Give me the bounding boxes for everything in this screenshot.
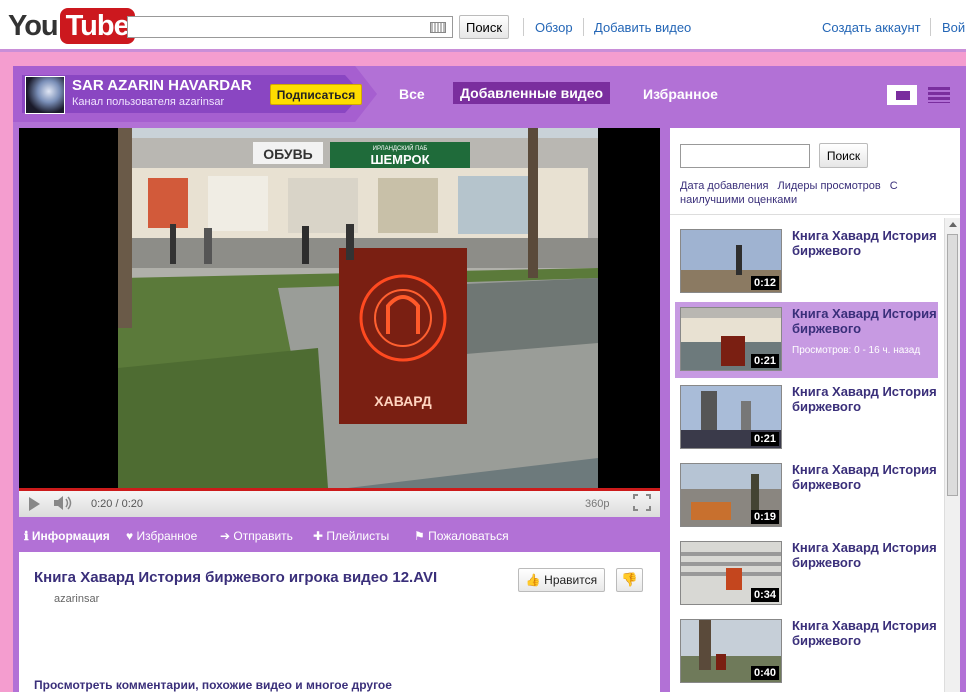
list-item[interactable]: 0:40 Книга Хавард История биржевого	[675, 614, 938, 690]
info-bar: ℹ Информация ♥ Избранное ➔ Отправить ✚ П…	[19, 521, 660, 551]
divider	[670, 214, 960, 215]
dislike-button[interactable]: 👎	[616, 568, 643, 592]
quality-selector[interactable]: 360p	[585, 498, 609, 510]
scrollbar-thumb[interactable]	[947, 234, 958, 496]
video-info-panel: Книга Хавард История биржевого игрока ви…	[19, 552, 660, 692]
duration-badge: 0:21	[750, 432, 779, 446]
list-item-selected[interactable]: 0:21 Книга Хавард История биржевого Прос…	[675, 302, 938, 378]
tab-favorites[interactable]: Избранное	[643, 86, 718, 102]
scrollbar[interactable]	[944, 218, 960, 692]
tab-report-label: Пожаловаться	[428, 529, 509, 543]
more-link[interactable]: Просмотреть комментарии, похожие видео и…	[34, 678, 392, 692]
list-item[interactable]: 0:21 Книга Хавард История биржевого	[675, 380, 938, 456]
divider	[583, 18, 584, 36]
channel-subtitle: Канал пользователя azarinsar	[72, 96, 225, 108]
video-thumbnail[interactable]: 0:21	[680, 385, 782, 449]
volume-icon[interactable]	[53, 496, 73, 510]
divider	[523, 18, 524, 36]
logo-you: You	[8, 9, 59, 42]
flag-icon: ⚑	[414, 529, 429, 543]
browse-link[interactable]: Обзор	[535, 20, 573, 35]
logo-tube: Tube	[59, 8, 135, 44]
player-controls: 0:20 / 0:20 360p	[19, 488, 660, 517]
video-item-title[interactable]: Книга Хавард История биржевого	[792, 384, 937, 414]
list-item[interactable]: 0:12 Книга Хавард История биржевого	[675, 224, 938, 300]
sort-popular-link[interactable]: Лидеры просмотров	[777, 180, 880, 192]
video-thumbnail[interactable]: 0:21	[680, 307, 782, 371]
grid-view-icon[interactable]	[928, 87, 950, 103]
sign-pub: ИРЛАНДСКИЙ ПАБ	[373, 144, 428, 152]
video-player[interactable]: ОБУВЬ ИРЛАНДСКИЙ ПАБ ШЕМРОК ХАВАРД 0:20 …	[19, 128, 660, 517]
create-account-link[interactable]: Создать аккаунт	[822, 20, 921, 35]
video-title: Книга Хавард История биржевого игрока ви…	[34, 569, 438, 586]
video-thumbnail[interactable]: 0:40	[680, 619, 782, 683]
sign-shoes: ОБУВЬ	[263, 146, 313, 162]
tab-info[interactable]: ℹ Информация	[24, 529, 110, 543]
tab-playlists-label: Плейлисты	[326, 529, 390, 543]
video-item-title[interactable]: Книга Хавард История биржевого	[792, 462, 937, 492]
channel-search-input[interactable]	[680, 144, 810, 168]
keyboard-icon[interactable]	[430, 22, 446, 33]
video-item-title[interactable]: Книга Хавард История биржевого	[792, 540, 937, 570]
thumbs-down-icon: 👎	[621, 572, 638, 587]
scroll-up-icon[interactable]	[949, 222, 957, 227]
upload-link[interactable]: Добавить видео	[594, 20, 691, 35]
list-item[interactable]: 0:19 Книга Хавард История биржевого	[675, 458, 938, 534]
list-item[interactable]: 0:34 Книга Хавард История биржевого	[675, 536, 938, 612]
tab-share-label: Отправить	[233, 529, 293, 543]
duration-badge: 0:21	[750, 354, 779, 368]
tab-favorite[interactable]: ♥ Избранное	[126, 529, 197, 543]
info-icon: ℹ	[24, 529, 32, 543]
sign-shop: ШЕМРОК	[370, 152, 429, 167]
video-thumbnail[interactable]: 0:12	[680, 229, 782, 293]
video-item-title[interactable]: Книга Хавард История биржевого	[792, 306, 937, 336]
play-icon[interactable]	[29, 497, 40, 511]
top-header: You Tube Поиск Обзор Добавить видео Созд…	[0, 0, 966, 52]
video-item-title[interactable]: Книга Хавард История биржевого	[792, 228, 937, 258]
tab-uploads[interactable]: Добавленные видео	[453, 82, 611, 104]
share-arrow-icon: ➔	[220, 529, 234, 543]
divider	[930, 18, 931, 36]
heart-icon: ♥	[126, 529, 137, 543]
video-item-views: Просмотров: 0 - 16 ч. назад	[792, 345, 921, 356]
youtube-logo[interactable]: You Tube	[8, 7, 135, 45]
tab-share[interactable]: ➔ Отправить	[220, 529, 293, 543]
sign-in-link[interactable]: Вой	[942, 20, 965, 35]
time-display: 0:20 / 0:20	[91, 498, 143, 510]
duration-badge: 0:40	[750, 666, 779, 680]
video-frame: ОБУВЬ ИРЛАНДСКИЙ ПАБ ШЕМРОК ХАВАРД	[118, 128, 598, 488]
plus-icon: ✚	[313, 529, 327, 543]
video-thumbnail[interactable]: 0:34	[680, 541, 782, 605]
like-button[interactable]: 👍 Нравится	[518, 568, 605, 592]
video-user[interactable]: azarinsar	[54, 593, 99, 605]
sort-links: Дата добавления Лидеры просмотров С наил…	[680, 179, 930, 207]
video-item-title[interactable]: Книга Хавард История биржевого	[792, 618, 937, 648]
duration-badge: 0:19	[750, 510, 779, 524]
duration-badge: 0:12	[750, 276, 779, 290]
tab-report[interactable]: ⚑ Пожаловаться	[414, 529, 509, 543]
tab-all[interactable]: Все	[399, 86, 425, 102]
sort-date-link[interactable]: Дата добавления	[680, 180, 768, 192]
fullscreen-icon[interactable]	[633, 494, 651, 511]
search-button[interactable]: Поиск	[459, 15, 509, 39]
sidebar: Поиск Дата добавления Лидеры просмотров …	[670, 128, 960, 692]
like-label: Нравится	[544, 573, 598, 587]
tab-info-label: Информация	[31, 529, 110, 543]
duration-badge: 0:34	[750, 588, 779, 602]
book-label: ХАВАРД	[374, 393, 431, 409]
avatar[interactable]	[25, 76, 65, 114]
tab-favorite-label: Избранное	[136, 529, 198, 543]
thumbs-up-icon: 👍	[525, 573, 545, 587]
video-thumbnail[interactable]: 0:19	[680, 463, 782, 527]
tab-playlists[interactable]: ✚ Плейлисты	[313, 529, 389, 543]
search-input[interactable]	[127, 16, 453, 38]
progress-bar[interactable]	[19, 488, 660, 491]
player-view-icon[interactable]	[887, 85, 917, 105]
subscribe-button[interactable]: Подписаться	[270, 84, 362, 105]
channel-search-button[interactable]: Поиск	[819, 143, 868, 168]
channel-name[interactable]: SAR AZARIN HAVARDAR	[72, 77, 252, 94]
